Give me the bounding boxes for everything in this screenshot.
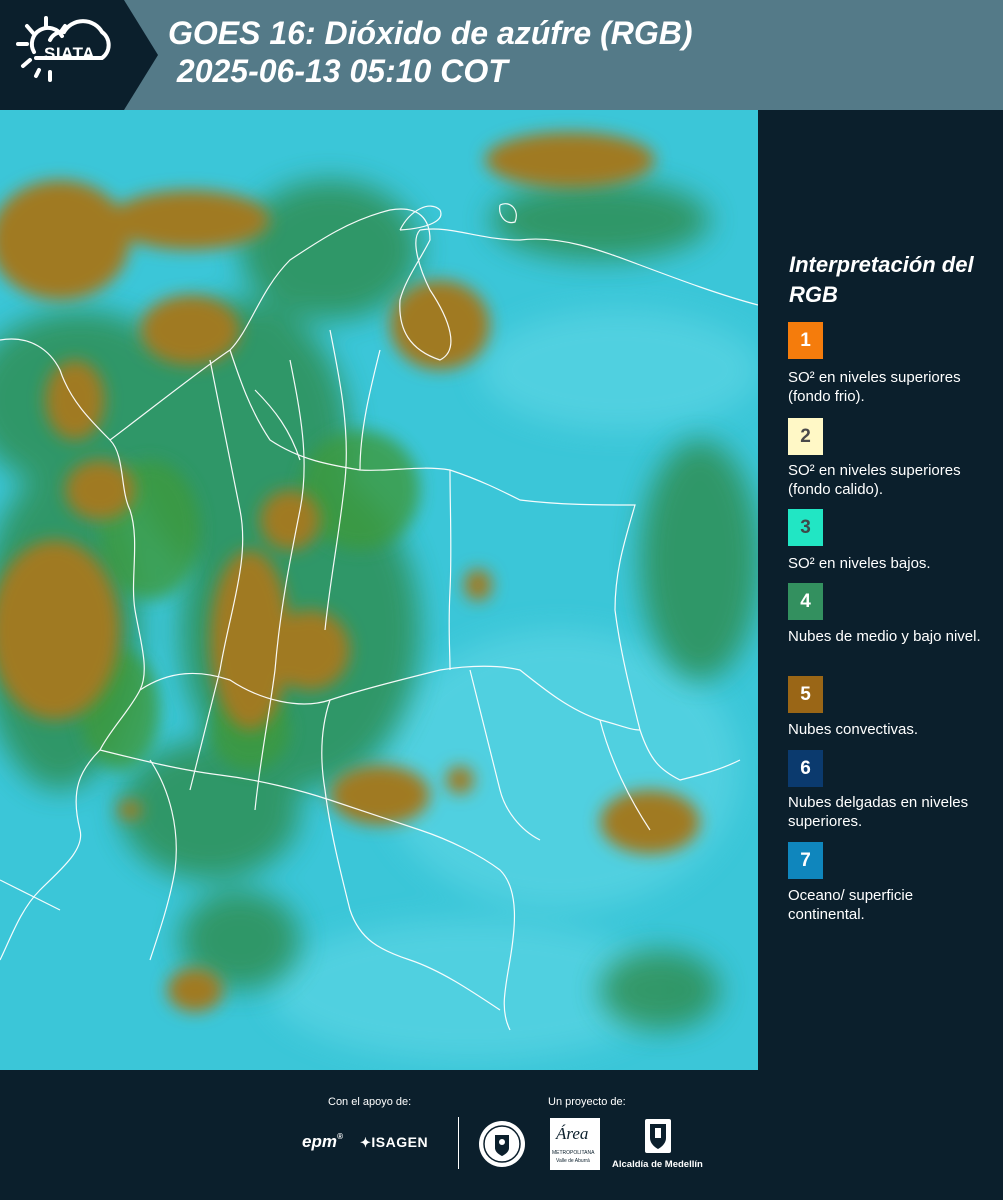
isagen-text: ISAGEN: [371, 1134, 429, 1150]
page-title: GOES 16: Dióxido de azúfre (RGB) 2025-06…: [168, 14, 693, 90]
title-line-1: GOES 16: Dióxido de azúfre (RGB): [168, 15, 693, 51]
project-label: Un proyecto de:: [548, 1096, 626, 1108]
epm-text: epm: [302, 1132, 337, 1151]
satellite-imagery-icon: [0, 110, 758, 1070]
legend-number: 6: [800, 757, 811, 779]
legend-label-4: Nubes de medio y bajo nivel.: [788, 628, 981, 645]
legend-label-6: Nubes delgadas en niveles superiores.: [788, 794, 969, 830]
legend-swatch-6: 6: [788, 750, 823, 787]
header-bar: SIATA GOES 16: Dióxido de azúfre (RGB) 2…: [0, 0, 1003, 110]
medellin-seal-icon: [478, 1120, 526, 1168]
footer-bar: Con el apoyo de: Un proyecto de: epm® ✦I…: [0, 1070, 1003, 1200]
alcaldia-text: Alcaldía de Medellín: [612, 1159, 703, 1170]
legend-swatch-3: 3: [788, 509, 823, 546]
legend-swatch-5: 5: [788, 676, 823, 713]
isagen-logo-icon: ✦ISAGEN: [360, 1134, 429, 1150]
legend-swatch-2: 2: [788, 418, 823, 455]
logo-text: SIATA: [44, 44, 95, 63]
legend-label-2: SO² en niveles superiores (fondo calido)…: [788, 462, 961, 498]
area-sub1: METROPOLITANA: [552, 1150, 595, 1156]
legend-panel: Interpretación del RGB 1 SO² en niveles …: [758, 110, 1003, 1070]
legend-number: 1: [800, 329, 811, 351]
footer-divider: [458, 1117, 459, 1169]
area-sub2: Valle de Aburrá: [556, 1158, 590, 1164]
legend-swatch-7: 7: [788, 842, 823, 879]
title-line-2: 2025-06-13 05:10 COT: [168, 53, 508, 89]
area-metropolitana-logo-icon: Área METROPOLITANA Valle de Aburrá: [550, 1118, 600, 1170]
legend-label-1: SO² en niveles superiores (fondo frio).: [788, 369, 961, 405]
legend-number: 3: [800, 516, 811, 538]
legend-number: 2: [800, 425, 811, 447]
legend-number: 7: [800, 849, 811, 871]
area-name: Área: [556, 1124, 589, 1143]
siata-logo: SIATA: [14, 14, 126, 96]
legend-swatch-1: 1: [788, 322, 823, 359]
legend-label-7: Oceano/ superficie continental.: [788, 887, 914, 923]
legend-number: 4: [800, 590, 811, 612]
epm-logo-icon: epm®: [302, 1132, 343, 1151]
legend-title: Interpretación del RGB: [789, 252, 974, 307]
legend-swatch-4: 4: [788, 583, 823, 620]
alcaldia-shield-icon: [644, 1118, 672, 1154]
satellite-map: [0, 110, 758, 1070]
legend-number: 5: [800, 683, 811, 705]
support-label: Con el apoyo de:: [328, 1096, 412, 1108]
legend-label-5: Nubes convectivas.: [788, 721, 919, 738]
legend-label-3: SO² en niveles bajos.: [788, 555, 931, 572]
